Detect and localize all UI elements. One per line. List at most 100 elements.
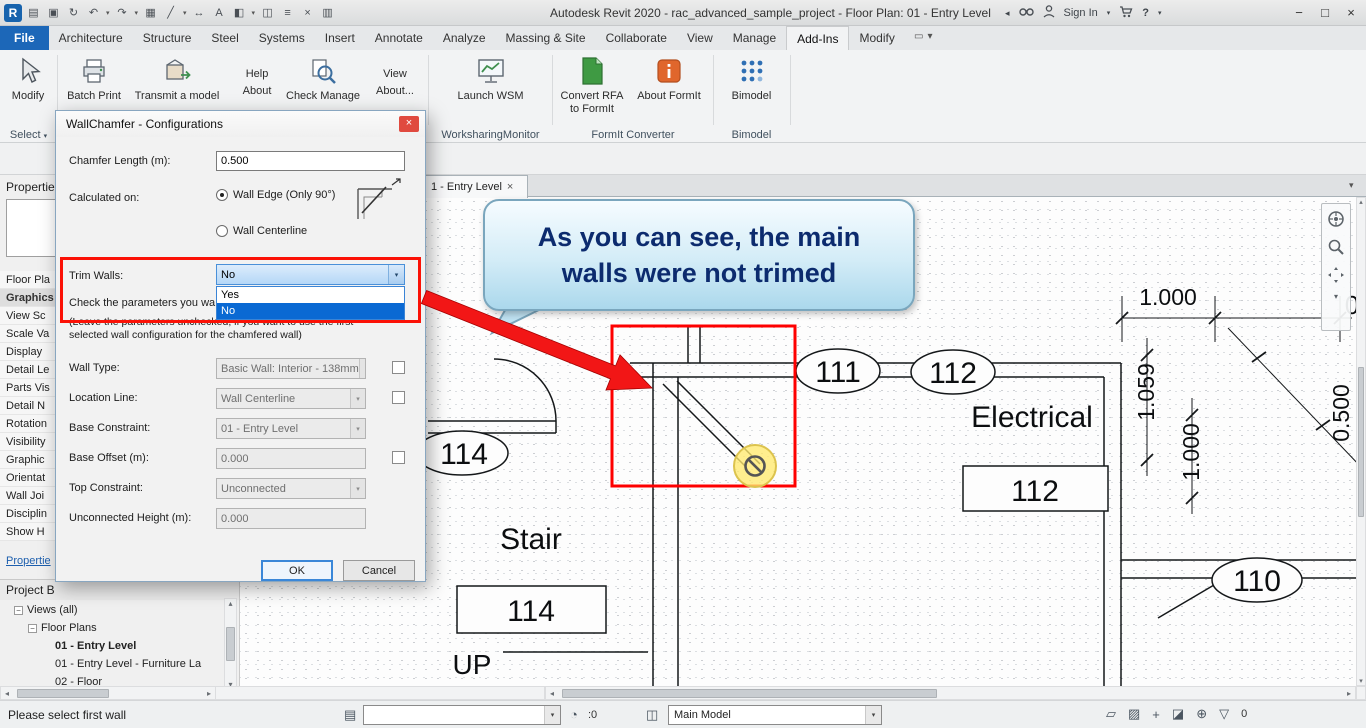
ribbon-cycle-icon[interactable]: ▭ [914,31,923,42]
room-tag-111[interactable]: 111 [815,356,861,389]
param-control[interactable]: 01 - Entry Level ▾ [216,418,366,439]
cancel-button[interactable]: Cancel [343,560,415,581]
measure-caret-icon[interactable]: ▾ [183,9,187,17]
navbar-more-icon[interactable]: ▾ [1334,292,1338,301]
ribbon-cycle-caret-icon[interactable]: ▾ [927,31,932,42]
pan-icon[interactable] [1325,264,1347,286]
ribbon-tab-manage[interactable]: Manage [723,26,786,50]
design-option-select[interactable]: Main Model ▾ [668,705,882,725]
panel-label-worksharing-monitor[interactable]: WorksharingMonitor [429,129,552,141]
ribbon-tab-file[interactable]: File [0,26,49,50]
app-store-icon[interactable] [1119,5,1133,21]
ribbon-tab-annotate[interactable]: Annotate [365,26,433,50]
scroll-right-icon[interactable]: ▸ [203,689,215,698]
search-icon[interactable] [1018,6,1034,21]
ribbon-tab-insert[interactable]: Insert [315,26,365,50]
minimize-button[interactable]: − [1286,0,1312,25]
tree-expander-icon[interactable]: − [14,605,23,615]
scroll-thumb[interactable] [17,688,109,698]
browser-item[interactable]: 02 - Floor [0,673,222,686]
ribbon-tab-systems[interactable]: Systems [249,26,315,50]
undo-caret-icon[interactable]: ▾ [106,9,110,17]
3d-view-icon[interactable]: ◧ [231,4,248,21]
dim-1000-side[interactable]: 1.000 [1178,423,1204,481]
param-control[interactable]: 0.000 [216,508,366,529]
room-tag-110[interactable]: 110 [1233,565,1281,598]
measure-icon[interactable]: ╱ [162,4,179,21]
select-links-icon[interactable]: ▱ [1106,706,1116,722]
param-checkbox[interactable] [392,391,405,404]
param-control[interactable]: Unconnected ▾ [216,478,366,499]
scroll-up-icon[interactable]: ▴ [1359,198,1363,206]
dropdown-option-no[interactable]: No [217,303,404,319]
thin-lines-icon[interactable]: ≡ [279,4,296,21]
param-control[interactable]: Basic Wall: Interior - 138mm▾ [216,358,366,379]
browser-item[interactable]: 01 - Entry Level [0,637,222,655]
trim-walls-combobox[interactable]: No ▾ [216,264,405,285]
room-box-114[interactable]: 114 [507,595,555,628]
launch-wsm-button[interactable]: Launch WSM [453,55,528,103]
ribbon-tab-steel[interactable]: Steel [201,26,248,50]
scroll-up-icon[interactable]: ▴ [228,599,232,608]
navigation-wheel-icon[interactable] [1325,208,1347,230]
room-tag-114[interactable]: 114 [440,438,488,471]
active-workset-select[interactable]: ▾ [363,705,561,725]
scroll-right-icon[interactable]: ▸ [1343,689,1355,698]
browser-item[interactable]: − Floor Plans [0,619,222,637]
revit-icon[interactable]: R [4,3,22,22]
tree-expander-icon[interactable]: − [28,623,37,633]
drag-on-selection-icon[interactable]: ⊕ [1196,706,1207,722]
text-icon[interactable]: A [211,4,228,21]
canvas-vscrollbar[interactable]: ▴ ▾ [1356,197,1366,686]
sign-in-caret-icon[interactable]: ▾ [1107,9,1111,17]
convert-rfa-button[interactable]: Convert RFA to FormIt [559,55,625,116]
switch-windows-icon[interactable]: ▥ [319,4,336,21]
browser-vscrollbar[interactable]: ▴ ▾ [224,598,237,686]
3d-view-caret-icon[interactable]: ▾ [252,9,256,17]
combo-arrow-icon[interactable]: ▾ [388,265,404,284]
select-underlay-icon[interactable]: ▨ [1128,706,1140,722]
worksets-icon[interactable]: ▤ [344,707,356,723]
about-formit-button[interactable]: About FormIt [629,55,709,103]
section-icon[interactable]: ◫ [259,4,276,21]
open-icon[interactable]: ▤ [25,4,42,21]
dropdown-option-yes[interactable]: Yes [217,287,404,303]
print-icon[interactable]: ▦ [142,4,159,21]
combo-arrow-icon[interactable]: ▾ [544,706,560,724]
help-icon[interactable]: ? [1142,7,1149,19]
ribbon-display-toggle[interactable]: ▭ ▾ [914,31,932,42]
param-control[interactable]: Wall Centerline ▾ [216,388,366,409]
transmit-model-button[interactable]: Transmit a model [124,55,230,103]
view-about-button[interactable]: View About... [366,66,424,100]
param-control[interactable]: 0.000 [216,448,366,469]
view-tab-entry-level[interactable]: 1 - Entry Level × [425,175,528,198]
canvas-hscrollbar[interactable]: ◂ ▸ [545,686,1356,700]
save-icon[interactable]: ▣ [45,4,62,21]
ribbon-tab-modify[interactable]: Modify [849,26,904,50]
ribbon-tab-architecture[interactable]: Architecture [49,26,133,50]
combo-arrow-icon[interactable]: ▾ [865,706,881,724]
dim-1000-top[interactable]: 1.000 [1139,284,1197,310]
collapse-arrow-icon[interactable]: ◂ [1005,8,1010,19]
ok-button[interactable]: OK [261,560,333,581]
sign-in-label[interactable]: Sign In [1064,7,1098,19]
scroll-left-icon[interactable]: ◂ [546,689,558,698]
editable-only-icon[interactable]: ◔ [570,707,578,722]
close-hidden-icon[interactable]: × [299,4,316,21]
panel-label-bimodel[interactable]: Bimodel [714,129,789,141]
select-pinned-icon[interactable]: + [1152,707,1160,722]
undo-icon[interactable]: ↶ [85,4,102,21]
design-options-icon[interactable]: ◫ [646,707,658,723]
browser-item[interactable]: − Views (all) [0,601,222,619]
maximize-button[interactable]: □ [1312,0,1338,25]
ribbon-tab-collaborate[interactable]: Collaborate [596,26,677,50]
room-tag-112[interactable]: 112 [929,357,977,390]
close-button[interactable]: × [1338,0,1364,25]
scroll-thumb[interactable] [226,627,235,661]
user-icon[interactable] [1043,5,1055,21]
check-manage-button[interactable]: Check Manage [282,55,364,103]
batch-print-button[interactable]: Batch Print [62,55,126,103]
help-about-button[interactable]: Help About [234,66,280,100]
sync-icon[interactable]: ↻ [65,4,82,21]
dim-1059[interactable]: 1.059 [1133,363,1159,421]
